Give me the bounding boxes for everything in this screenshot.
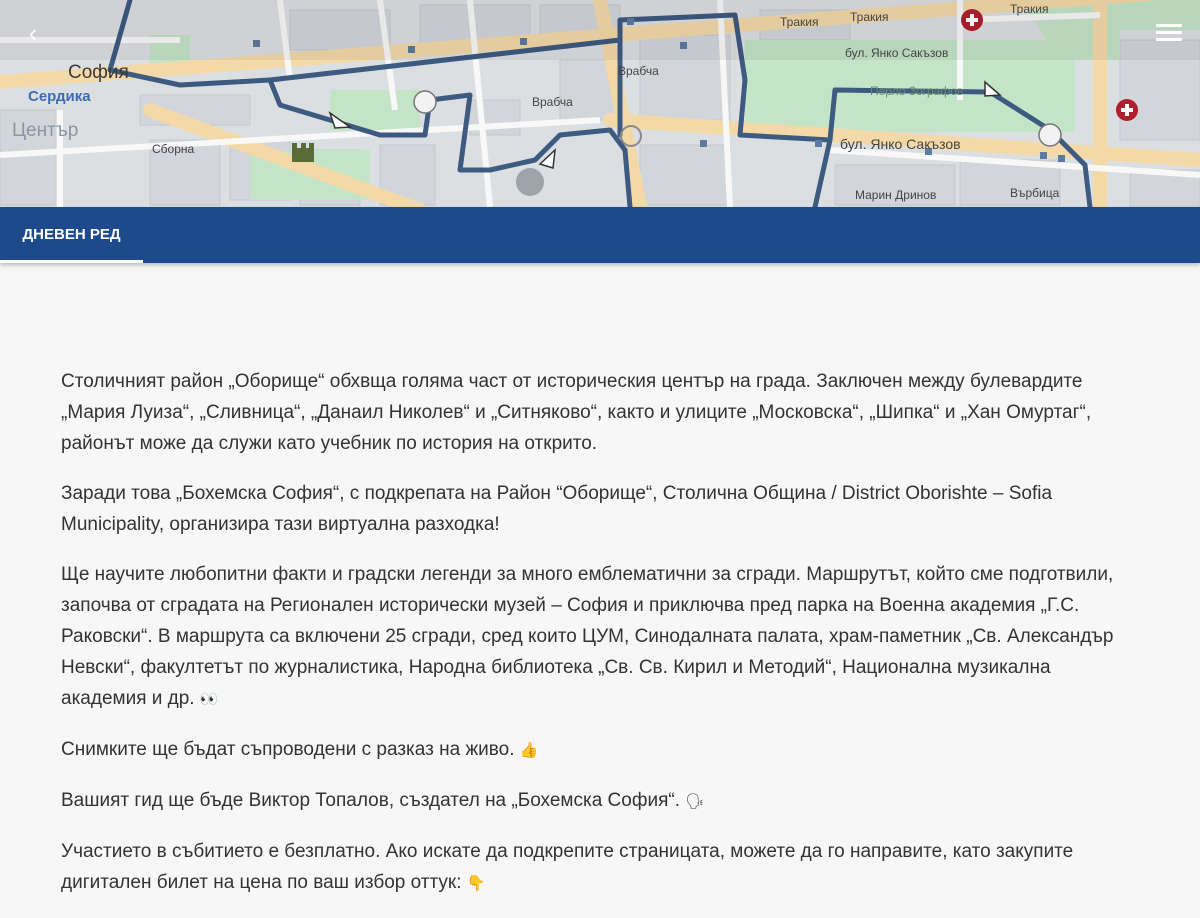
paragraph-organizer-text: Заради това „Бохемска София“, с подкрепа…: [61, 483, 1053, 535]
tab-agenda[interactable]: ДНЕВЕН РЕД: [0, 207, 143, 263]
map-label-trakia-1: Тракия: [780, 15, 819, 29]
paragraph-participation-text: Участието в събитието е безплатно. Ако и…: [61, 841, 1074, 893]
paragraph-intro-text: Столичният район „Оборище“ обхвща голяма…: [61, 371, 1092, 454]
pointing-down-emoji-icon: 👇: [466, 875, 486, 892]
hamburger-menu-icon[interactable]: [1156, 20, 1182, 44]
map-label-varbitsa: Върбица: [1010, 186, 1060, 200]
map-label-vrabcha-1: Врабча: [618, 64, 659, 78]
paragraph-organizer: Заради това „Бохемска София“, с подкрепа…: [61, 478, 1141, 540]
speaking-head-emoji-icon: 🗣: [685, 793, 705, 810]
map-label-sofia: София: [68, 62, 129, 83]
map-label-perlo: Перло Зографов: [870, 84, 964, 98]
map-label-marin: Марин Дринов: [855, 188, 937, 202]
map-label-trakia-2: Тракия: [850, 10, 889, 24]
paragraph-photos-text: Снимките ще бъдат съпроводени с разказ н…: [61, 739, 515, 760]
eyes-emoji-icon: 👀: [199, 691, 219, 708]
event-description: Столичният район „Оборище“ обхвща голяма…: [61, 366, 1141, 918]
map-label-yanko-2: бул. Янко Сакъзов: [840, 136, 961, 152]
tab-active-indicator: [0, 260, 143, 263]
route-map[interactable]: София Сердика Център Тракия Тракия Траки…: [0, 0, 1200, 207]
paragraph-route: Ще научите любопитни факти и градски лег…: [61, 559, 1141, 715]
thumbs-up-emoji-icon: 👍: [519, 742, 539, 759]
paragraph-route-text: Ще научите любопитни факти и градски лег…: [61, 564, 1114, 709]
paragraph-intro: Столичният район „Оборище“ обхвща голяма…: [61, 366, 1141, 459]
map-label-serdika: Сердика: [28, 88, 91, 105]
paragraph-guide-text: Вашият гид ще бъде Виктор Топалов, създа…: [61, 790, 680, 811]
map-label-sborna: Сборна: [152, 142, 195, 156]
tab-bar: ДНЕВЕН РЕД: [0, 207, 1200, 263]
paragraph-participation: Участието в събитието е безплатно. Ако и…: [61, 836, 1141, 899]
map-canvas: [0, 0, 1200, 207]
paragraph-photos: Снимките ще бъдат съпроводени с разказ н…: [61, 734, 1141, 766]
map-label-yanko-1: бул. Янко Сакъзов: [845, 46, 949, 60]
tab-agenda-label: ДНЕВЕН РЕД: [22, 226, 121, 243]
back-button[interactable]: ‹: [18, 18, 48, 48]
map-label-trakia-3: Тракия: [1010, 2, 1049, 16]
map-label-center: Център: [12, 120, 79, 141]
map-label-vrabcha-2: Врабча: [532, 95, 573, 109]
paragraph-guide: Вашият гид ще бъде Виктор Топалов, създа…: [61, 785, 1141, 817]
